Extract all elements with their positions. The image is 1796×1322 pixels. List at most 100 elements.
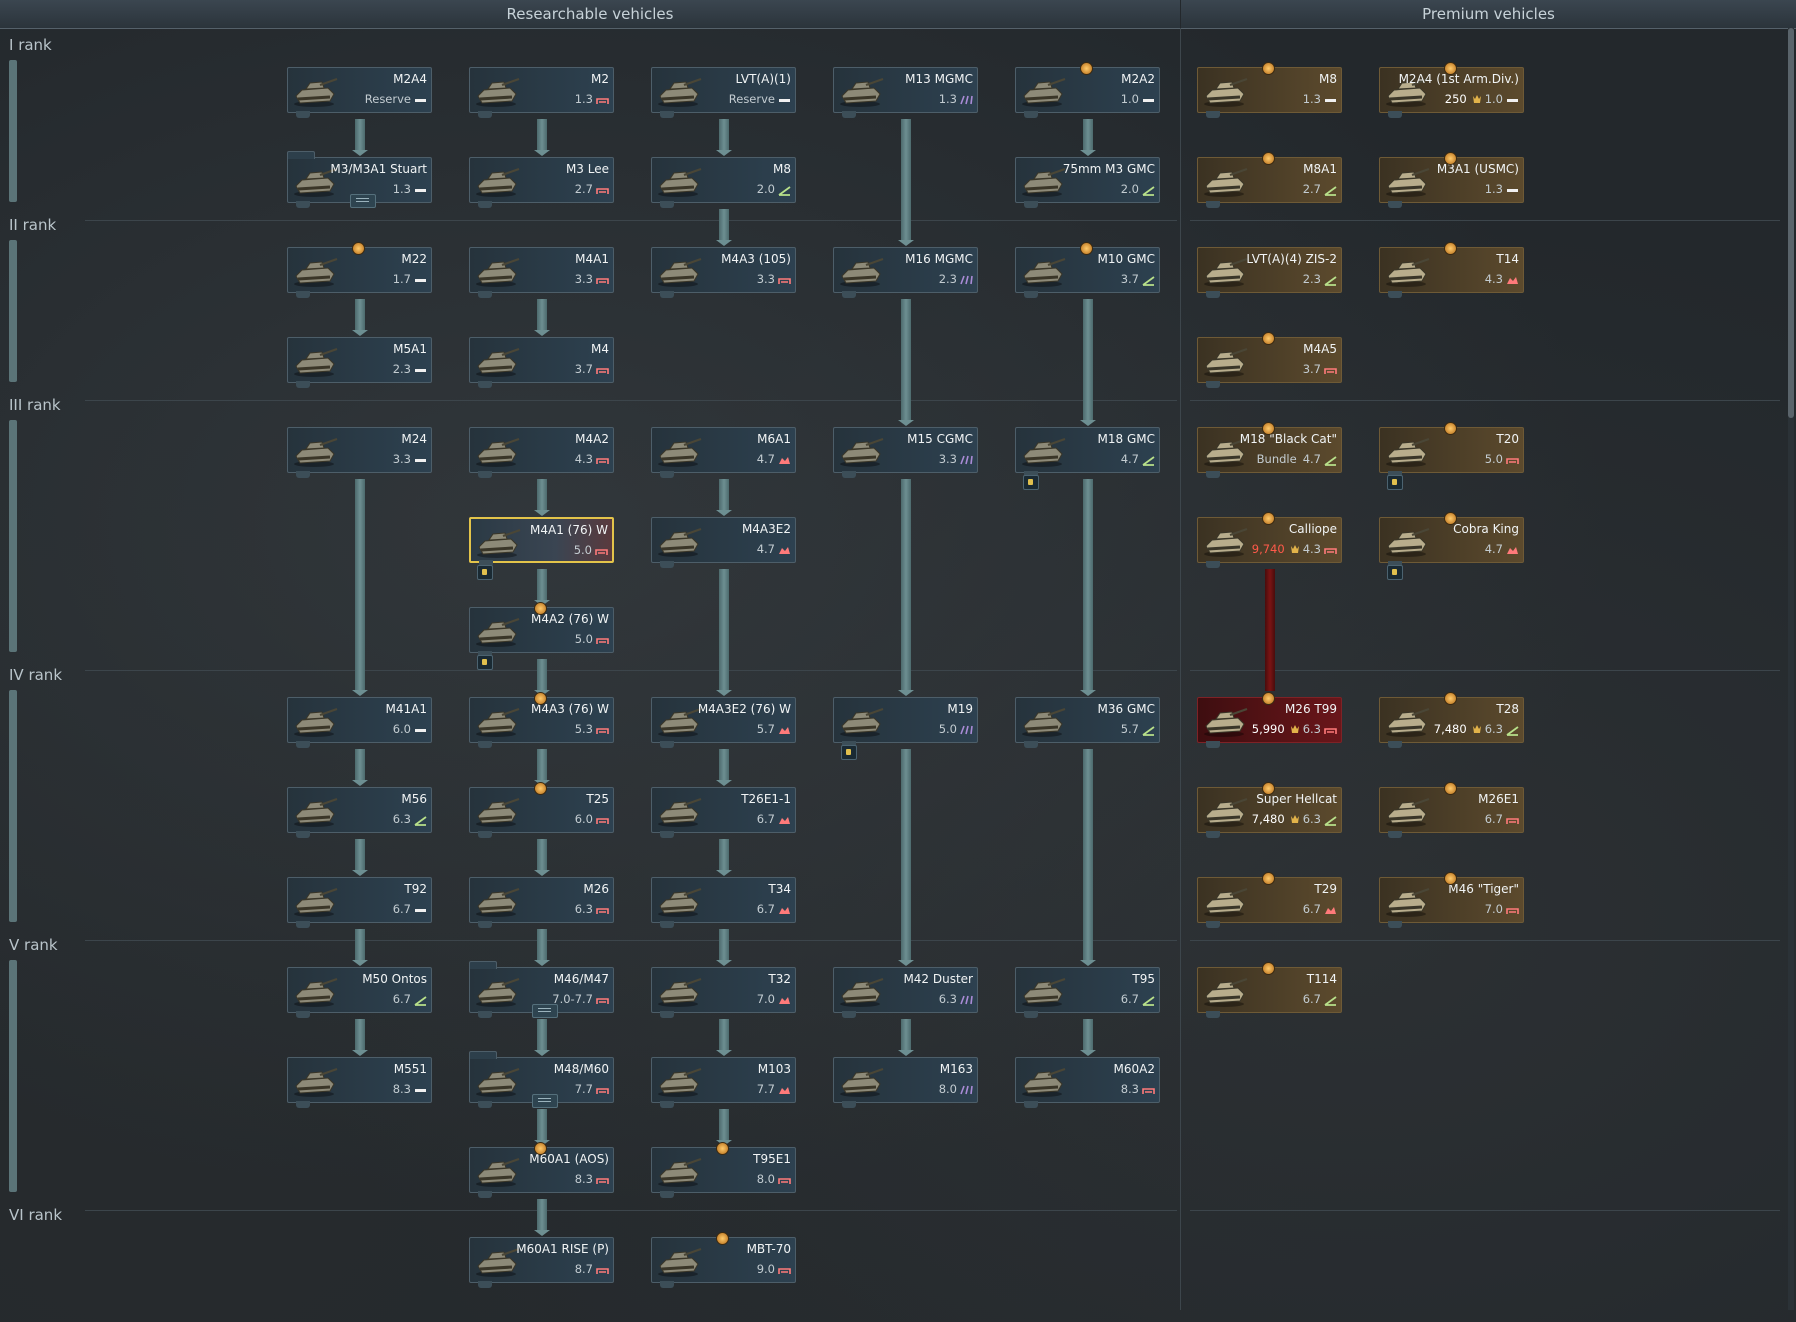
vehicle-card-pt20[interactable]: T20 5.0 xyxy=(1379,422,1524,478)
vehicle-card-pm8[interactable]: M8 1.3 xyxy=(1197,62,1342,118)
crew-slot-icon xyxy=(1206,381,1220,388)
vehicle-card-t95[interactable]: T95 6.7 xyxy=(1015,967,1160,1018)
vehicle-card-t26e1[interactable]: T26E1-1 6.7 xyxy=(651,787,796,838)
battle-rating: 6.0 xyxy=(574,812,593,826)
vehicle-card-m18[interactable]: M18 GMC 4.7 xyxy=(1015,427,1160,478)
vehicle-card-t92[interactable]: T92 6.7 xyxy=(287,877,432,928)
vehicle-card-m3stuart[interactable]: M3/M3A1 Stuart 1.3 xyxy=(287,151,432,208)
vehicle-rating: 4.7 xyxy=(1485,542,1519,556)
vehicle-card-m5a1[interactable]: M5A1 2.3 xyxy=(287,337,432,388)
vehicle-card-m551[interactable]: M551 8.3 xyxy=(287,1057,432,1108)
vehicle-card-m3lee[interactable]: M3 Lee 2.7 xyxy=(469,157,614,208)
eagle-icon xyxy=(1290,722,1300,736)
scrollbar[interactable] xyxy=(1788,28,1794,1310)
vehicle-card-m16[interactable]: M16 MGMC 2.3 xyxy=(833,247,978,298)
vehicle-card-m4a3105[interactable]: M4A3 (105) 3.3 xyxy=(651,247,796,298)
battle-rating: 6.7 xyxy=(756,812,775,826)
vehicle-rating: Reserve xyxy=(365,92,427,106)
tank-icon xyxy=(658,77,702,107)
vehicle-card-plvt[interactable]: LVT(A)(4) ZIS-2 2.3 xyxy=(1197,247,1342,298)
link-arrow xyxy=(533,510,550,516)
vehicle-card-m4a1[interactable]: M4A1 3.3 xyxy=(469,247,614,298)
class-light-icon xyxy=(414,1082,427,1096)
vehicle-card-m163[interactable]: M163 8.0 xyxy=(833,1057,978,1108)
vehicle-card-m13[interactable]: M13 MGMC 1.3 xyxy=(833,67,978,118)
vehicle-card-m4a376[interactable]: M4A3 (76) W 5.3 xyxy=(469,692,614,748)
battle-rating: Reserve xyxy=(728,92,775,106)
upgrade-medal-icon xyxy=(1262,962,1275,975)
vehicle-card-m60a2[interactable]: M60A2 8.3 xyxy=(1015,1057,1160,1108)
research-key-icon[interactable] xyxy=(477,655,493,670)
vehicle-card-m2[interactable]: M2 1.3 xyxy=(469,67,614,118)
research-key-icon[interactable] xyxy=(1387,565,1403,580)
research-key-icon[interactable] xyxy=(841,745,857,760)
vehicle-card-pm26e1[interactable]: M26E1 6.7 xyxy=(1379,782,1524,838)
battle-rating: 1.0 xyxy=(1484,92,1503,106)
research-key-icon[interactable] xyxy=(477,565,493,580)
research-link xyxy=(715,839,732,876)
crew-slot-icon xyxy=(296,831,310,838)
vehicle-card-pcall[interactable]: Calliope 9,740 4.3 xyxy=(1197,512,1342,568)
vehicle-card-m8[interactable]: M8 2.0 xyxy=(651,157,796,208)
vehicle-card-m42[interactable]: M42 Duster 6.3 xyxy=(833,967,978,1018)
vehicle-card-pcobra[interactable]: Cobra King 4.7 xyxy=(1379,512,1524,568)
vehicle-card-pm8a1[interactable]: M8A1 2.7 xyxy=(1197,152,1342,208)
vehicle-card-phell[interactable]: Super Hellcat 7,480 6.3 xyxy=(1197,782,1342,838)
vehicle-card-pm46t[interactable]: M46 "Tiger" 7.0 xyxy=(1379,872,1524,928)
vehicle-card-m19[interactable]: M19 5.0 xyxy=(833,697,978,748)
vehicle-card-pt14[interactable]: T14 4.3 xyxy=(1379,242,1524,298)
link-arrow xyxy=(897,420,914,426)
vehicle-card-m26[interactable]: M26 6.3 xyxy=(469,877,614,928)
vehicle-card-pt28[interactable]: T28 7,480 6.3 xyxy=(1379,692,1524,748)
crew-slot-icon xyxy=(1388,201,1402,208)
vehicle-card-pm2a4[interactable]: M2A4 (1st Arm.Div.) 250 1.0 xyxy=(1379,62,1524,118)
vehicle-card-m4a2[interactable]: M4A2 4.3 xyxy=(469,427,614,478)
vehicle-card-m60aos[interactable]: M60A1 (AOS) 8.3 xyxy=(469,1142,614,1198)
vehicle-card-m41a1[interactable]: M41A1 6.0 xyxy=(287,697,432,748)
vehicle-card-lvta1[interactable]: LVT(A)(1) Reserve xyxy=(651,67,796,118)
vehicle-card-m4[interactable]: M4 3.7 xyxy=(469,337,614,388)
vehicle-card-t95e1[interactable]: T95E1 8.0 xyxy=(651,1142,796,1198)
vehicle-card-t25[interactable]: T25 6.0 xyxy=(469,782,614,838)
vehicle-card-m46[interactable]: M46/M47 7.0-7.7 xyxy=(469,961,614,1018)
class-tank-icon xyxy=(596,632,609,646)
group-folder-icon[interactable] xyxy=(532,1004,558,1018)
vehicle-card-m6a1[interactable]: M6A1 4.7 xyxy=(651,427,796,478)
vehicle-card-m22[interactable]: M22 1.7 xyxy=(287,242,432,298)
vehicle-card-m3gmc[interactable]: 75mm M3 GMC 2.0 xyxy=(1015,157,1160,208)
vehicle-card-m4a3e276[interactable]: M4A3E2 (76) W 5.7 xyxy=(651,697,796,748)
vehicle-card-m10[interactable]: M10 GMC 3.7 xyxy=(1015,242,1160,298)
tank-icon xyxy=(1204,977,1248,1007)
vehicle-card-pm3a1[interactable]: M3A1 (USMC) 1.3 xyxy=(1379,152,1524,208)
vehicle-card-m2a2[interactable]: M2A2 1.0 xyxy=(1015,62,1160,118)
vehicle-card-m60rise[interactable]: M60A1 RISE (P) 8.7 xyxy=(469,1237,614,1288)
crew-slot-icon xyxy=(842,1101,856,1108)
vehicle-card-m50[interactable]: M50 Ontos 6.7 xyxy=(287,967,432,1018)
vehicle-card-m15[interactable]: M15 CGMC 3.3 xyxy=(833,427,978,478)
vehicle-card-m48[interactable]: M48/M60 7.7 xyxy=(469,1051,614,1108)
class-tank-icon xyxy=(596,722,609,736)
vehicle-card-m4a176[interactable]: M4A1 (76) W 5.0 xyxy=(469,517,614,567)
research-link xyxy=(1079,479,1096,696)
vehicle-card-m4a3e2[interactable]: M4A3E2 4.7 xyxy=(651,517,796,568)
vehicle-card-m24[interactable]: M24 3.3 xyxy=(287,427,432,478)
research-key-icon[interactable] xyxy=(1023,475,1039,490)
vehicle-card-pm18[interactable]: M18 "Black Cat" Bundle 4.7 xyxy=(1197,422,1342,478)
vehicle-card-t34[interactable]: T34 6.7 xyxy=(651,877,796,928)
group-folder-icon[interactable] xyxy=(350,194,376,208)
vehicle-card-m56[interactable]: M56 6.3 xyxy=(287,787,432,838)
vehicle-card-pm26t99[interactable]: M26 T99 5,990 6.3 xyxy=(1197,692,1342,748)
scrollbar-thumb[interactable] xyxy=(1788,28,1794,418)
research-key-icon[interactable] xyxy=(1387,475,1403,490)
vehicle-card-mbt70[interactable]: MBT-70 9.0 xyxy=(651,1232,796,1288)
vehicle-card-m4a276[interactable]: M4A2 (76) W 5.0 xyxy=(469,602,614,658)
vehicle-card-pm4a5[interactable]: M4A5 3.7 xyxy=(1197,332,1342,388)
vehicle-card-m103[interactable]: M103 7.7 xyxy=(651,1057,796,1108)
link-arrow xyxy=(715,1050,732,1056)
group-folder-icon[interactable] xyxy=(532,1094,558,1108)
vehicle-card-t32[interactable]: T32 7.0 xyxy=(651,967,796,1018)
vehicle-card-m36[interactable]: M36 GMC 5.7 xyxy=(1015,697,1160,748)
vehicle-card-pt29[interactable]: T29 6.7 xyxy=(1197,872,1342,928)
vehicle-card-m2a4[interactable]: M2A4 Reserve xyxy=(287,67,432,118)
vehicle-card-pt114[interactable]: T114 6.7 xyxy=(1197,962,1342,1018)
